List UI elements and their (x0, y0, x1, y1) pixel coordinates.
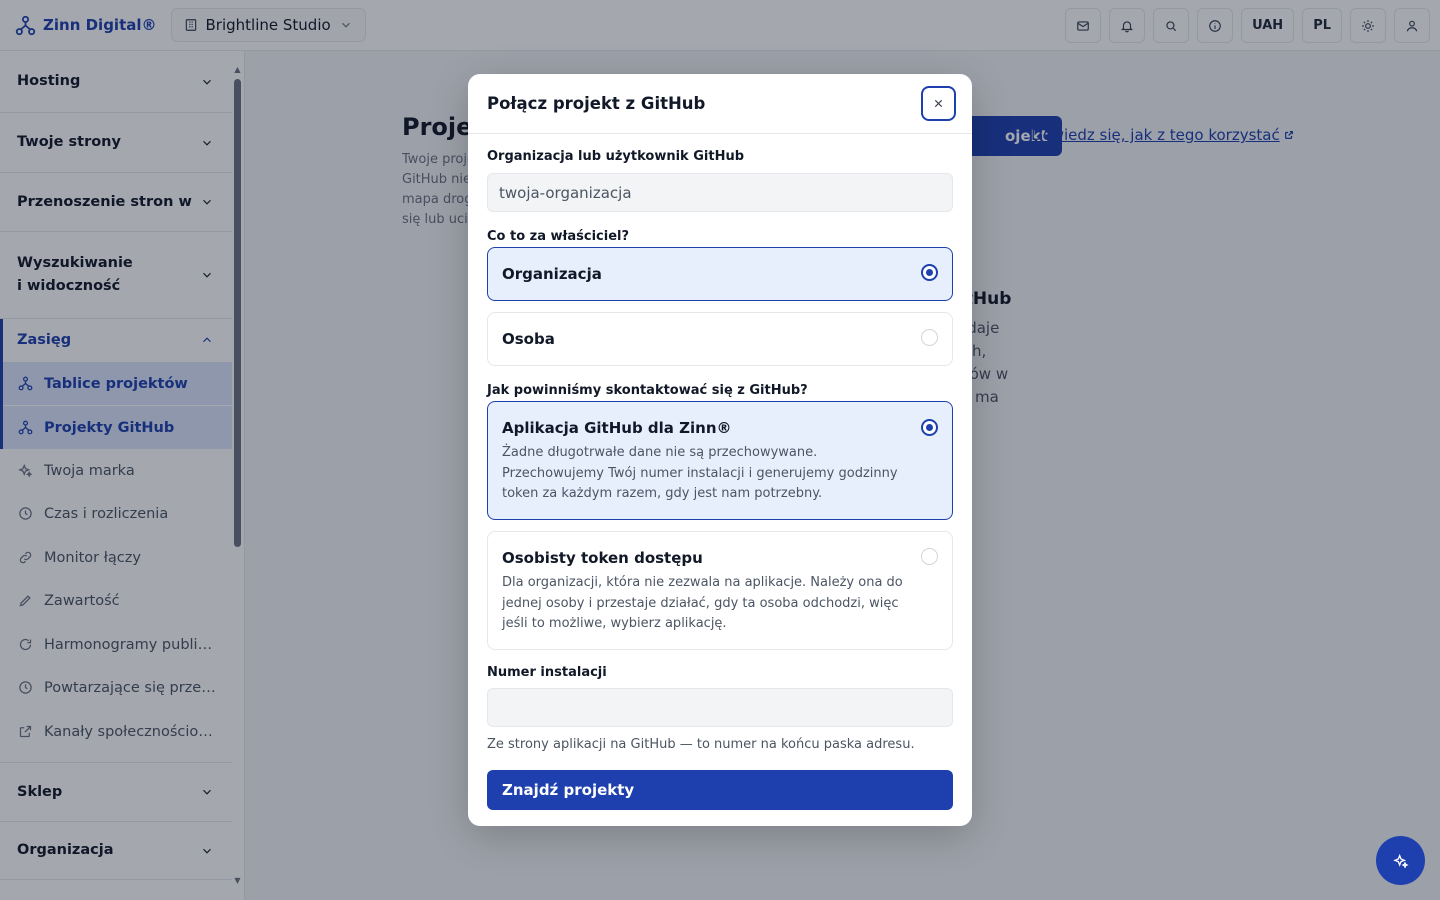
install-number-label: Numer instalacji (487, 665, 607, 680)
owner-type-label: Co to za właściciel? (487, 229, 630, 244)
assistant-button[interactable] (1376, 836, 1425, 885)
dialog-header: Połącz projekt z GitHub (468, 74, 972, 134)
contact-method-label: Jak powinniśmy skontaktować się z GitHub… (487, 383, 808, 398)
install-number-input[interactable] (487, 688, 953, 727)
option-title: Organizacja (502, 265, 602, 283)
org-input-placeholder: twoja-organizacja (499, 183, 632, 202)
install-number-hint: Ze strony aplikacji na GitHub — to numer… (487, 737, 915, 752)
radio-selected[interactable] (921, 419, 938, 436)
close-icon (934, 99, 943, 108)
option-description: Dla organizacji, która nie zezwala na ap… (502, 575, 903, 631)
connect-github-dialog: Połącz projekt z GitHub Organizacja lub … (468, 74, 972, 826)
sparkle-icon (1392, 853, 1408, 868)
contact-option-personal-token[interactable]: Osobisty token dostępu Dla organizacji, … (487, 531, 953, 650)
find-projects-label: Znajdź projekty (502, 781, 635, 799)
org-field-label: Organizacja lub użytkownik GitHub (487, 149, 745, 164)
option-title: Osoba (502, 330, 555, 348)
radio-selected[interactable] (921, 264, 938, 281)
radio-unselected[interactable] (921, 548, 938, 565)
owner-option-organizacja[interactable]: Organizacja (487, 247, 953, 301)
find-projects-button[interactable]: Znajdź projekty (487, 770, 953, 810)
contact-option-github-app[interactable]: Aplikacja GitHub dla Zinn® Żadne długotr… (487, 401, 953, 520)
option-title: Osobisty token dostępu (502, 549, 703, 567)
dialog-title: Połącz projekt z GitHub (487, 94, 706, 113)
owner-option-osoba[interactable]: Osoba (487, 312, 953, 366)
option-description: Żadne długotrwałe dane nie są przechowyw… (502, 445, 898, 501)
close-button[interactable] (921, 86, 956, 121)
org-input[interactable]: twoja-organizacja (487, 173, 953, 212)
radio-unselected[interactable] (921, 329, 938, 346)
option-title: Aplikacja GitHub dla Zinn® (502, 419, 732, 437)
